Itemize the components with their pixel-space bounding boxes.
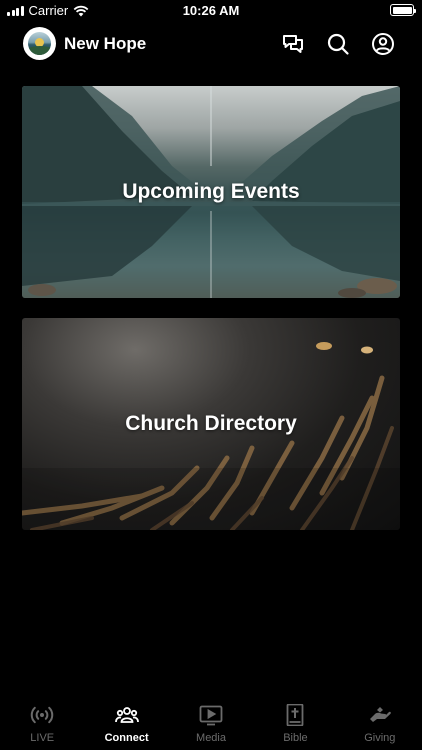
profile-icon[interactable] bbox=[371, 32, 395, 56]
upcoming-events-card[interactable]: Upcoming Events bbox=[22, 86, 400, 298]
church-logo[interactable] bbox=[23, 27, 56, 60]
bible-cross-icon bbox=[287, 704, 304, 726]
status-bar: Carrier 10:26 AM bbox=[0, 0, 422, 22]
play-screen-icon bbox=[199, 705, 223, 726]
tab-media[interactable]: Media bbox=[169, 702, 253, 750]
tab-label: Bible bbox=[283, 732, 308, 744]
people-icon bbox=[114, 707, 139, 723]
tab-bar: LIVE Connect Media Bible Giving bbox=[0, 702, 422, 750]
status-time: 10:26 AM bbox=[182, 3, 240, 18]
giving-hand-icon bbox=[369, 707, 391, 722]
chat-icon[interactable] bbox=[281, 32, 305, 56]
tab-label: LIVE bbox=[30, 732, 55, 744]
tab-bible[interactable]: Bible bbox=[253, 702, 337, 750]
app-title: New Hope bbox=[64, 34, 147, 53]
battery-icon bbox=[390, 4, 416, 16]
tab-connect[interactable]: Connect bbox=[84, 702, 168, 750]
app-header: New Hope bbox=[0, 26, 422, 62]
card-title: Church Directory bbox=[125, 412, 297, 435]
tab-label: Media bbox=[196, 732, 226, 744]
tab-live[interactable]: LIVE bbox=[0, 702, 84, 750]
tab-label: Connect bbox=[104, 732, 149, 744]
live-broadcast-icon bbox=[31, 706, 54, 724]
card-title: Upcoming Events bbox=[122, 180, 300, 203]
church-directory-card[interactable]: Church Directory bbox=[22, 318, 400, 530]
search-icon[interactable] bbox=[326, 32, 350, 56]
tab-giving[interactable]: Giving bbox=[338, 702, 422, 750]
tab-label: Giving bbox=[364, 732, 396, 744]
